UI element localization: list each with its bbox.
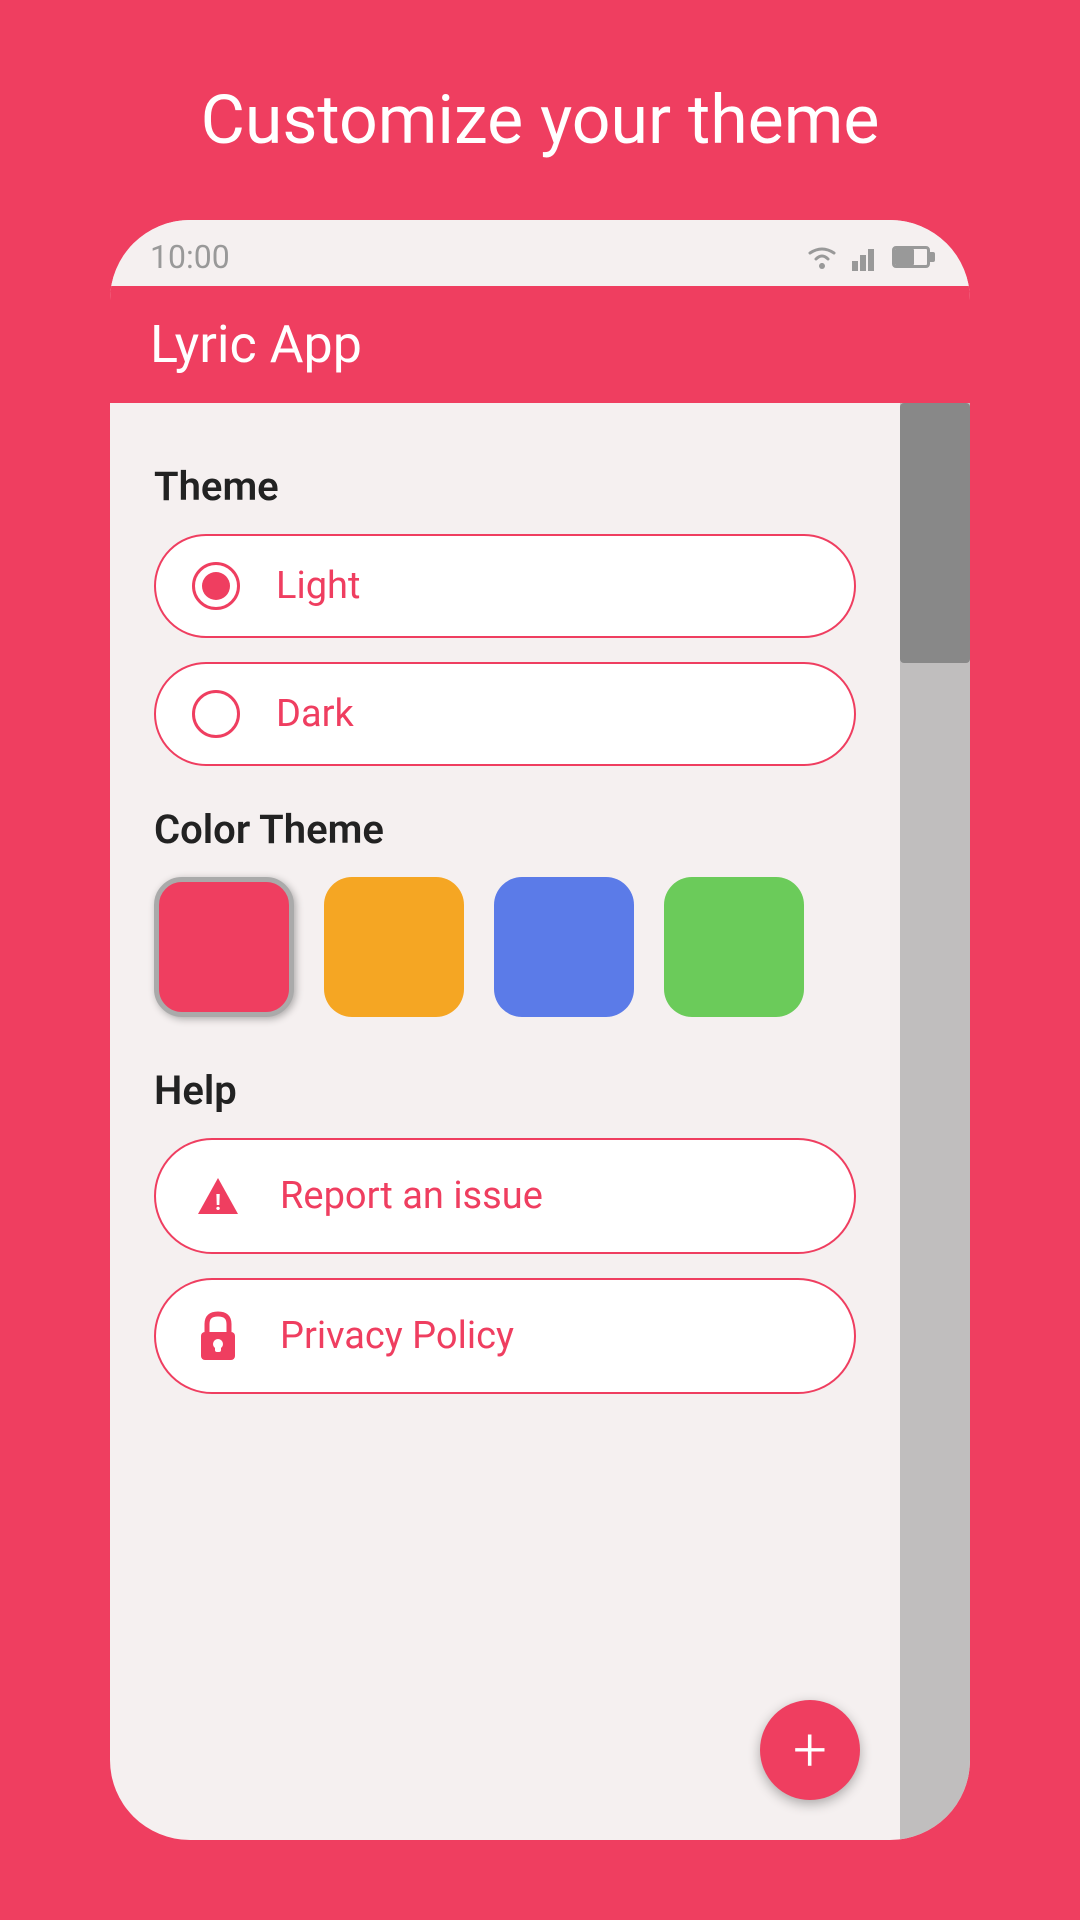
wifi-icon xyxy=(804,243,840,271)
warning-icon: ! xyxy=(192,1170,244,1222)
phone-frame: 10:00 Lyric App xyxy=(110,220,970,1840)
fab-button[interactable]: + xyxy=(760,1700,860,1800)
content-scroll: Theme Light Dark Color Theme xyxy=(110,403,900,1840)
theme-option-light[interactable]: Light xyxy=(154,534,856,638)
scrollbar-thumb[interactable] xyxy=(900,403,970,663)
scrollbar-track[interactable] xyxy=(900,403,970,1840)
privacy-policy-label: Privacy Policy xyxy=(280,1314,514,1358)
color-swatch-blue[interactable] xyxy=(494,877,634,1017)
page-title: Customize your theme xyxy=(201,80,880,160)
color-swatch-red[interactable] xyxy=(154,877,294,1017)
status-icons xyxy=(804,243,930,271)
radio-light xyxy=(192,562,240,610)
color-swatch-orange[interactable] xyxy=(324,877,464,1017)
color-theme-section: Color Theme xyxy=(154,806,856,1017)
color-swatches xyxy=(154,877,856,1017)
theme-light-label: Light xyxy=(276,564,360,608)
theme-option-dark[interactable]: Dark xyxy=(154,662,856,766)
fab-plus-icon: + xyxy=(793,1720,827,1780)
help-section: Help ! Report an issue xyxy=(154,1067,856,1394)
report-issue-label: Report an issue xyxy=(280,1174,543,1218)
status-time: 10:00 xyxy=(150,238,230,276)
theme-section-label: Theme xyxy=(154,463,856,510)
privacy-policy-button[interactable]: Privacy Policy xyxy=(154,1278,856,1394)
theme-dark-label: Dark xyxy=(276,692,354,736)
report-issue-button[interactable]: ! Report an issue xyxy=(154,1138,856,1254)
status-bar: 10:00 xyxy=(110,220,970,286)
app-bar-title: Lyric App xyxy=(150,314,362,375)
content-area: Theme Light Dark Color Theme xyxy=(110,403,970,1840)
battery-icon xyxy=(892,246,930,268)
help-section-label: Help xyxy=(154,1067,856,1114)
radio-dark xyxy=(192,690,240,738)
svg-text:!: ! xyxy=(215,1191,221,1216)
signal-icon xyxy=(852,243,880,271)
color-theme-label: Color Theme xyxy=(154,806,856,853)
lock-icon xyxy=(192,1310,244,1362)
app-bar: Lyric App xyxy=(110,286,970,403)
color-swatch-green[interactable] xyxy=(664,877,804,1017)
